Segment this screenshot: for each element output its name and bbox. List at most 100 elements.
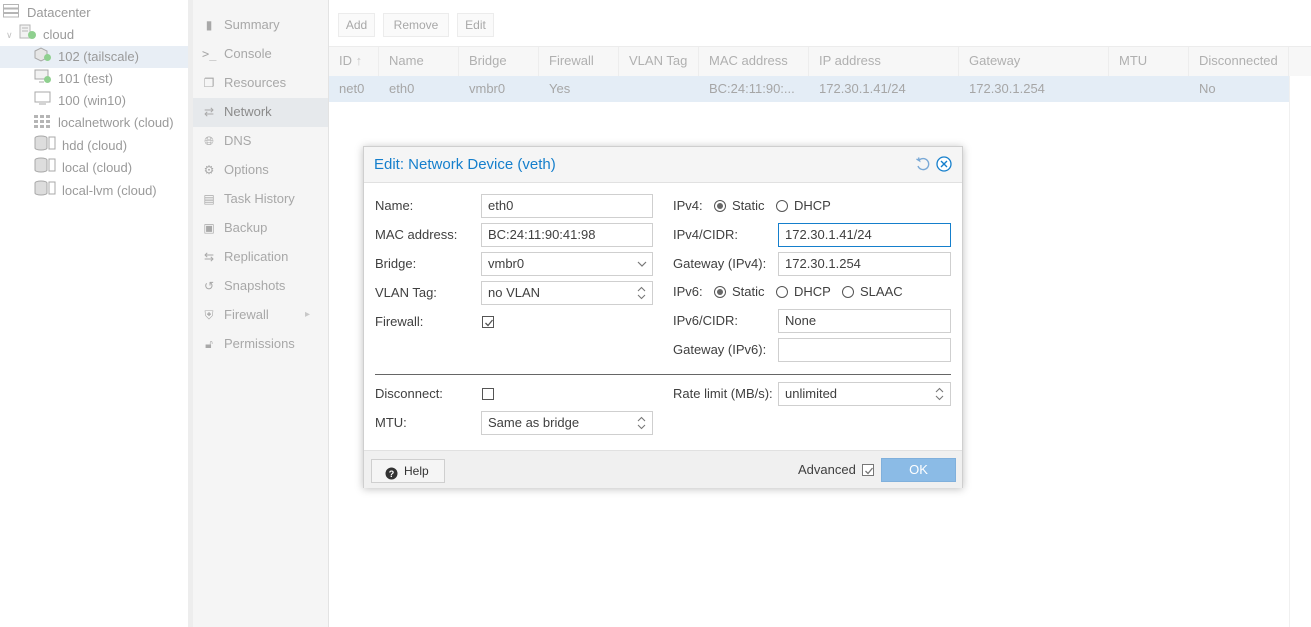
ipv4-dhcp-label[interactable]: DHCP bbox=[794, 194, 831, 218]
spinner-icon[interactable] bbox=[935, 386, 944, 402]
ipv6-cidr-field[interactable]: None bbox=[778, 309, 951, 333]
column-header-mac-address[interactable]: MAC address bbox=[699, 47, 809, 76]
ipv4-cidr-field[interactable]: 172.30.1.41/24 bbox=[778, 223, 951, 247]
remove-button[interactable]: Remove bbox=[383, 13, 449, 37]
column-header-name[interactable]: Name bbox=[379, 47, 459, 76]
vm-stopped-icon bbox=[34, 90, 52, 113]
menu-item-permissions[interactable]: 🔓︎ Permissions bbox=[193, 330, 328, 359]
storage-icon bbox=[34, 157, 56, 180]
menu-item-replication[interactable]: ⇆ Replication bbox=[193, 243, 328, 272]
ipv4-dhcp-radio[interactable] bbox=[776, 200, 788, 212]
disconnect-checkbox[interactable] bbox=[482, 388, 494, 400]
menu-item-options[interactable]: ⚙ Options bbox=[193, 156, 328, 185]
menu-item-dns[interactable]: 🌐︎ DNS bbox=[193, 127, 328, 156]
menu-item-task-history[interactable]: ▤ Task History bbox=[193, 185, 328, 214]
menu-item-resources[interactable]: ❐ Resources bbox=[193, 69, 328, 98]
help-button[interactable]: ? Help bbox=[371, 459, 445, 483]
node-icon bbox=[19, 24, 37, 47]
advanced-separator bbox=[375, 374, 951, 375]
column-header-ip-address[interactable]: IP address bbox=[809, 47, 959, 76]
column-header-bridge[interactable]: Bridge bbox=[459, 47, 539, 76]
column-header-disconnected[interactable]: Disconnected bbox=[1189, 47, 1289, 76]
ok-button[interactable]: OK bbox=[881, 458, 956, 482]
rate-limit-field[interactable]: unlimited bbox=[778, 382, 951, 406]
retweet-icon: ⇆ bbox=[203, 250, 215, 264]
ipv6-dhcp-radio[interactable] bbox=[776, 286, 788, 298]
spinner-icon[interactable] bbox=[637, 285, 646, 301]
mtu-value: Same as bridge bbox=[488, 415, 580, 430]
advanced-checkbox[interactable] bbox=[862, 464, 874, 476]
cell-disconnected: No bbox=[1199, 81, 1216, 96]
ipv6-dhcp-label[interactable]: DHCP bbox=[794, 280, 831, 304]
menu-item-summary[interactable]: ▮ Summary bbox=[193, 11, 328, 40]
ipv6-static-label[interactable]: Static bbox=[732, 280, 765, 304]
firewall-checkbox[interactable] bbox=[482, 316, 494, 328]
edit-network-device-dialog: Edit: Network Device (veth) Name: eth0 M… bbox=[363, 146, 963, 488]
menu-item-snapshots[interactable]: ↺ Snapshots bbox=[193, 272, 328, 301]
tree-item-storage-local-lvm[interactable]: local-lvm (cloud) bbox=[0, 180, 188, 202]
tree-item-ct-102[interactable]: 102 (tailscale) bbox=[0, 46, 188, 68]
column-header-gateway[interactable]: Gateway bbox=[959, 47, 1109, 76]
column-header-firewall[interactable]: Firewall bbox=[539, 47, 619, 76]
chevron-down-icon[interactable] bbox=[636, 253, 648, 275]
cell-bridge: vmbr0 bbox=[469, 81, 506, 96]
mac-address-label: MAC address: bbox=[375, 227, 458, 242]
menu-item-network[interactable]: ⇄ Network bbox=[193, 98, 328, 127]
cell-firewall: Yes bbox=[549, 81, 571, 96]
menu-item-backup[interactable]: ▣ Backup bbox=[193, 214, 328, 243]
ipv4-static-label[interactable]: Static bbox=[732, 194, 765, 218]
gateway-ipv6-field[interactable] bbox=[778, 338, 951, 362]
ipv4-static-radio[interactable] bbox=[714, 200, 726, 212]
gateway-ipv6-label: Gateway (IPv6): bbox=[673, 342, 767, 357]
book-icon: ▮ bbox=[205, 18, 213, 32]
column-header-mtu[interactable]: MTU bbox=[1109, 47, 1189, 76]
ipv6-label: IPv6: bbox=[673, 284, 703, 299]
table-row[interactable]: net0 eth0 vmbr0 Yes BC:24:11:90:... 172.… bbox=[329, 76, 1289, 102]
tree-item-storage-hdd[interactable]: hdd (cloud) bbox=[0, 135, 188, 157]
tree-item-node-cloud[interactable]: ∨ cloud bbox=[0, 24, 188, 46]
ipv4-label: IPv4: bbox=[673, 198, 703, 213]
ipv6-cidr-label: IPv6/CIDR: bbox=[673, 313, 739, 328]
gateway-ipv4-field[interactable]: 172.30.1.254 bbox=[778, 252, 951, 276]
dialog-header[interactable]: Edit: Network Device (veth) bbox=[364, 147, 962, 183]
ipv6-static-radio[interactable] bbox=[714, 286, 726, 298]
tree-item-vm-100[interactable]: 100 (win10) bbox=[0, 90, 188, 112]
column-header-vlan-tag[interactable]: VLAN Tag bbox=[619, 47, 699, 76]
ipv6-slaac-radio[interactable] bbox=[842, 286, 854, 298]
cell-mac-address: BC:24:11:90:... bbox=[709, 81, 795, 96]
grid-scrollbar[interactable] bbox=[1289, 76, 1311, 627]
gear-icon: ⚙ bbox=[203, 163, 215, 177]
vm-running-icon bbox=[34, 68, 52, 91]
tree-item-storage-local[interactable]: local (cloud) bbox=[0, 157, 188, 179]
history-icon: ↺ bbox=[203, 279, 215, 293]
storage-icon bbox=[34, 135, 56, 158]
tree-item-sdn-localnetwork[interactable]: localnetwork (cloud) bbox=[0, 112, 188, 134]
mac-address-field[interactable]: BC:24:11:90:41:98 bbox=[481, 223, 653, 247]
column-header-id[interactable]: ID ↑ bbox=[329, 47, 379, 76]
vlan-tag-field[interactable]: no VLAN bbox=[481, 281, 653, 305]
cell-id: net0 bbox=[339, 81, 365, 96]
ipv4-cidr-label: IPv4/CIDR: bbox=[673, 227, 739, 242]
tree-item-vm-101[interactable]: 101 (test) bbox=[0, 68, 188, 90]
bridge-select[interactable]: vmbr0 bbox=[481, 252, 653, 276]
ipv6-slaac-label[interactable]: SLAAC bbox=[860, 280, 903, 304]
storage-icon bbox=[34, 180, 56, 203]
advanced-label[interactable]: Advanced bbox=[798, 458, 856, 482]
add-button[interactable]: Add bbox=[338, 13, 375, 37]
unlock-icon: 🔓︎ bbox=[205, 337, 213, 351]
close-icon[interactable] bbox=[936, 156, 952, 172]
edit-button[interactable]: Edit bbox=[457, 13, 494, 37]
name-field[interactable]: eth0 bbox=[481, 194, 653, 218]
list-icon: ▤ bbox=[203, 192, 215, 206]
tree-item-datacenter[interactable]: Datacenter bbox=[0, 2, 188, 24]
bridge-label: Bridge: bbox=[375, 256, 417, 271]
chevron-down-icon: ∨ bbox=[6, 30, 13, 40]
config-menu: ▮ Summary >_ Console ❐ Resources ⇄ Network 🌐… bbox=[193, 0, 329, 627]
reset-icon[interactable] bbox=[915, 156, 931, 172]
mtu-field[interactable]: Same as bridge bbox=[481, 411, 653, 435]
menu-item-console[interactable]: >_ Console bbox=[193, 40, 328, 69]
disconnect-label: Disconnect: bbox=[375, 386, 443, 401]
rate-limit-value: unlimited bbox=[785, 386, 838, 401]
menu-item-firewall[interactable]: ⛨ Firewall ▸ bbox=[193, 301, 328, 330]
spinner-icon[interactable] bbox=[637, 415, 646, 431]
